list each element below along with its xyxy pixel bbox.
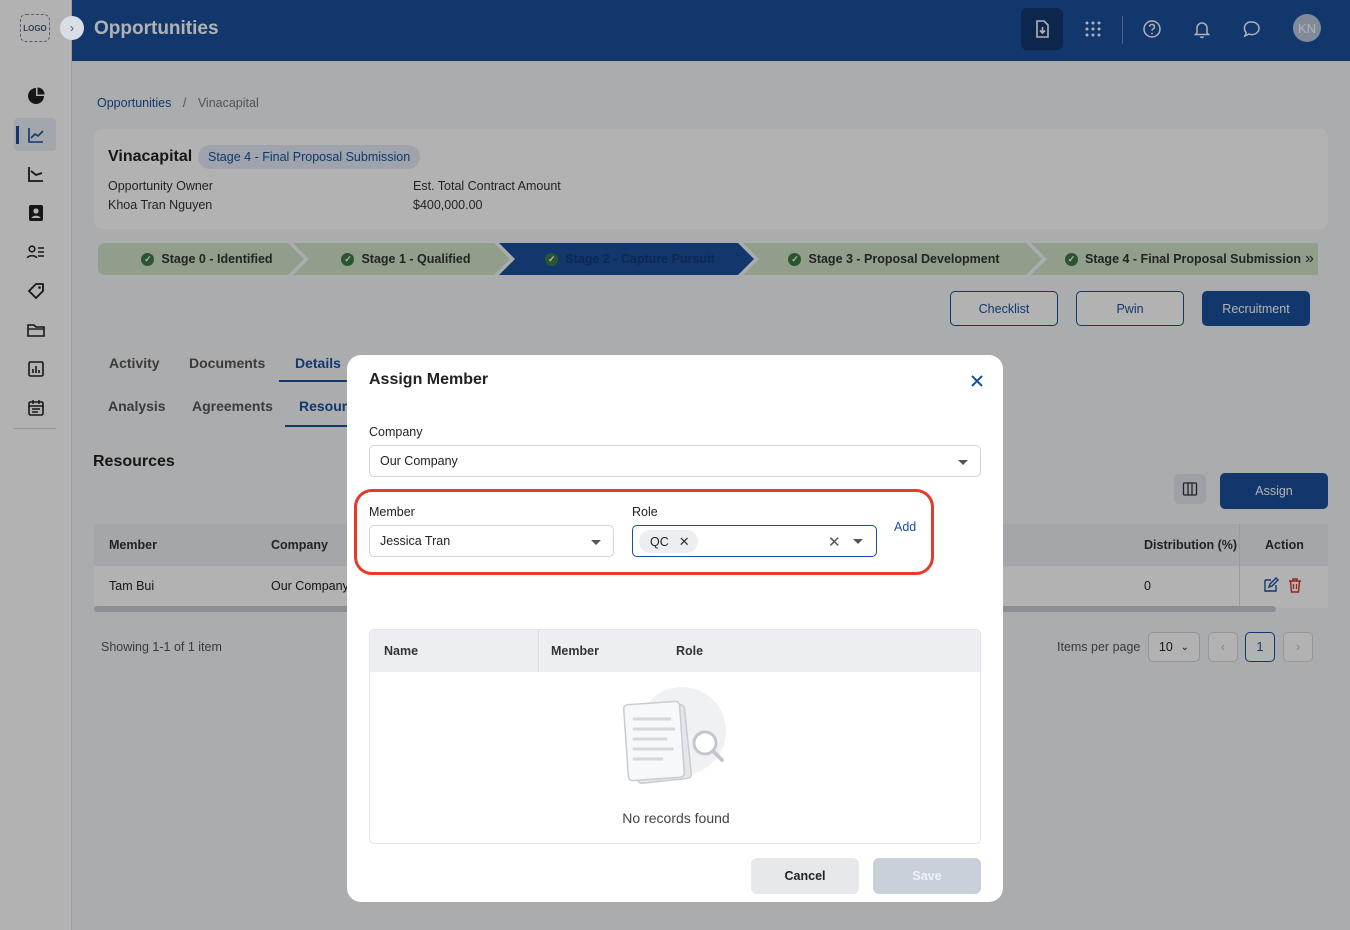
empty-state-text: No records found bbox=[622, 810, 730, 826]
cancel-button[interactable]: Cancel bbox=[751, 858, 859, 894]
clear-selection-icon[interactable]: ✕ bbox=[828, 533, 841, 551]
dialog-title: Assign Member bbox=[369, 371, 489, 388]
member-label: Member bbox=[369, 505, 415, 519]
role-chip-label: QC bbox=[650, 534, 669, 549]
role-label: Role bbox=[632, 505, 658, 519]
column-header-role: Role bbox=[676, 644, 704, 658]
company-select[interactable]: Our Company bbox=[369, 445, 981, 477]
empty-state-illustration bbox=[622, 687, 726, 784]
caret-down-icon bbox=[591, 540, 601, 545]
save-button[interactable]: Save bbox=[873, 858, 981, 894]
column-header-name: Name bbox=[384, 644, 419, 658]
member-select-value: Jessica Tran bbox=[380, 534, 451, 548]
assigned-members-table: Name Member Role No records found bbox=[369, 629, 981, 844]
caret-down-icon bbox=[958, 460, 968, 465]
column-header-member: Member bbox=[551, 644, 599, 658]
member-select[interactable]: Jessica Tran bbox=[369, 525, 614, 557]
close-icon bbox=[971, 375, 983, 387]
company-label: Company bbox=[369, 425, 423, 439]
expand-sidebar-button[interactable]: › bbox=[60, 16, 84, 40]
caret-down-icon bbox=[853, 539, 863, 544]
column-divider bbox=[538, 630, 539, 672]
company-select-value: Our Company bbox=[380, 454, 458, 468]
remove-chip-icon[interactable]: ✕ bbox=[679, 534, 690, 550]
role-select[interactable]: QC ✕ ✕ bbox=[632, 525, 877, 557]
close-dialog-button[interactable] bbox=[967, 371, 987, 391]
chevron-right-icon: › bbox=[70, 21, 74, 35]
role-chip: QC ✕ bbox=[639, 530, 698, 553]
add-member-link[interactable]: Add bbox=[894, 520, 916, 534]
assign-member-dialog: Assign Member Company Our Company Member… bbox=[347, 355, 1003, 902]
